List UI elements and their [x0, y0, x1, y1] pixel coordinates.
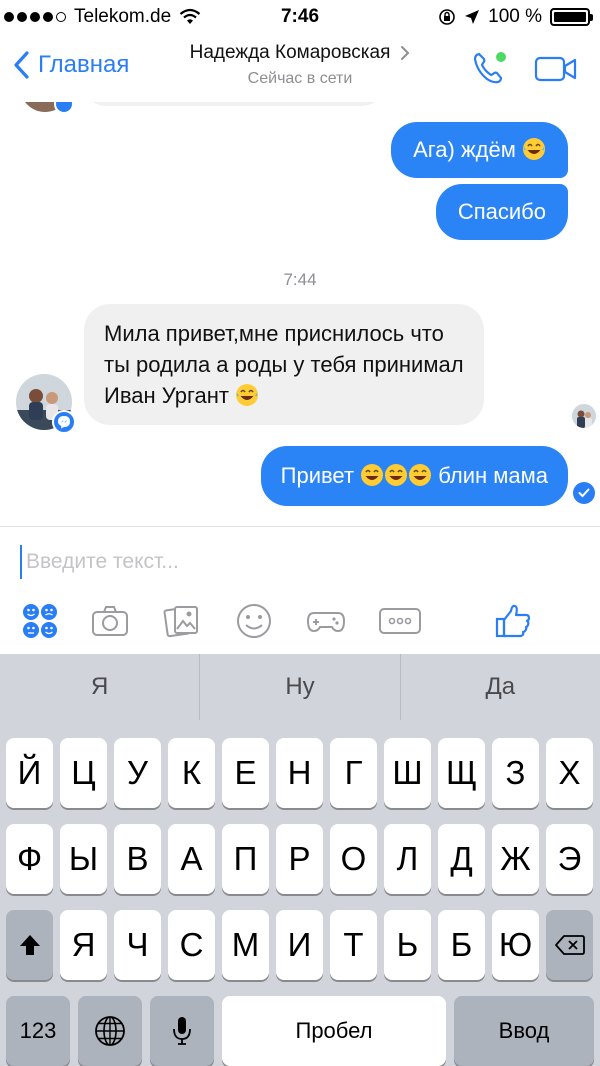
- key[interactable]: В: [114, 824, 161, 894]
- space-key[interactable]: Пробел: [222, 996, 446, 1066]
- presence-status: Сейчас в сети: [247, 70, 353, 87]
- orientation-lock-icon: [439, 9, 455, 25]
- numbers-key[interactable]: 123: [6, 996, 70, 1066]
- key[interactable]: Ш: [384, 738, 431, 808]
- key[interactable]: У: [114, 738, 161, 808]
- message-text: Привет: [280, 463, 355, 488]
- chevron-right-icon: [401, 46, 410, 60]
- key[interactable]: Щ: [438, 738, 485, 808]
- key[interactable]: Я: [60, 910, 107, 980]
- key[interactable]: Л: [384, 824, 431, 894]
- message-bubble-outgoing[interactable]: Спасибо: [435, 184, 568, 240]
- battery-percent: 100 %: [488, 6, 542, 27]
- key[interactable]: Х: [546, 738, 593, 808]
- message-text: Мила привет,мне приснилось что ты родила…: [104, 321, 464, 408]
- message-text: блин мама: [438, 463, 548, 488]
- message-input[interactable]: [20, 545, 580, 579]
- key[interactable]: Ы: [60, 824, 107, 894]
- key[interactable]: Н: [276, 738, 323, 808]
- more-options-icon[interactable]: [378, 601, 422, 641]
- suggestion-item[interactable]: Я: [0, 654, 201, 720]
- message-bubble-outgoing[interactable]: Ага) ждём: [391, 122, 568, 178]
- message-text: Ага) ждём: [413, 137, 516, 162]
- message-bubble-incoming[interactable]: Мила привет,мне приснилось что ты родила…: [84, 304, 484, 425]
- photo-gallery-icon[interactable]: [162, 601, 202, 641]
- carrier-name: Telekom.de: [74, 6, 172, 27]
- nav-bar: Главная Надежда Комаровская Сейчас в сет…: [0, 34, 600, 102]
- laughing-emoji-icon: [409, 464, 432, 486]
- back-label: Главная: [38, 51, 130, 78]
- status-right: 100 %: [438, 6, 593, 28]
- globe-icon: [95, 1016, 125, 1046]
- key[interactable]: Й: [6, 738, 53, 808]
- composer: [0, 526, 600, 654]
- delivered-check-icon: [573, 482, 595, 504]
- key[interactable]: И: [276, 910, 323, 980]
- signal-strength-icon: [4, 12, 66, 22]
- return-key[interactable]: Ввод: [454, 996, 594, 1066]
- suggestion-item[interactable]: Ну: [200, 654, 401, 720]
- seen-avatar: [572, 404, 596, 428]
- message-timestamp: 7:44: [283, 270, 317, 289]
- emoji-faces-icon[interactable]: [20, 601, 60, 641]
- key[interactable]: Г: [330, 738, 377, 808]
- key[interactable]: М: [222, 910, 269, 980]
- location-arrow-icon: [465, 10, 480, 24]
- wifi-icon: [179, 8, 201, 24]
- message-bubble-partial: [84, 102, 384, 106]
- backspace-key[interactable]: [546, 910, 593, 980]
- back-button[interactable]: Главная: [12, 50, 129, 80]
- key[interactable]: Ь: [384, 910, 431, 980]
- microphone-icon: [173, 1017, 191, 1045]
- laughing-emoji-icon: [385, 464, 408, 486]
- message-text: Спасибо: [457, 199, 546, 224]
- battery-icon: [550, 8, 593, 26]
- key[interactable]: К: [168, 738, 215, 808]
- video-call-icon[interactable]: [534, 52, 578, 86]
- contact-name: Надежда Комаровская: [189, 42, 391, 63]
- games-controller-icon[interactable]: [306, 601, 346, 641]
- key[interactable]: Ч: [114, 910, 161, 980]
- key[interactable]: З: [492, 738, 539, 808]
- key[interactable]: П: [222, 824, 269, 894]
- key[interactable]: С: [168, 910, 215, 980]
- key[interactable]: Ю: [492, 910, 539, 980]
- key[interactable]: Д: [438, 824, 485, 894]
- phone-call-icon[interactable]: [470, 48, 510, 88]
- messenger-badge-icon: [52, 410, 76, 434]
- messenger-badge-icon: [54, 102, 74, 114]
- conversation-header[interactable]: Надежда Комаровская Сейчас в сети: [140, 42, 460, 88]
- shift-key[interactable]: [6, 910, 53, 980]
- status-left: Telekom.de: [4, 6, 201, 28]
- key[interactable]: Б: [438, 910, 485, 980]
- key[interactable]: Э: [546, 824, 593, 894]
- laughing-emoji-icon: [361, 464, 384, 486]
- laughing-emoji-icon: [236, 384, 259, 406]
- keyboard: Я Ну Да Й Ц У К Е Н Г Ш Щ З Х Ф Ы В А П …: [0, 654, 600, 1066]
- key[interactable]: Ф: [6, 824, 53, 894]
- backspace-icon: [554, 935, 585, 955]
- suggestion-bar: Я Ну Да: [0, 654, 600, 720]
- key[interactable]: А: [168, 824, 215, 894]
- composer-toolbar: [0, 593, 600, 649]
- message-list[interactable]: Ага) ждём Спасибо 7:44 Мила привет,мне п…: [0, 102, 600, 526]
- key[interactable]: Е: [222, 738, 269, 808]
- shift-arrow-icon: [19, 935, 40, 955]
- key[interactable]: Ж: [492, 824, 539, 894]
- dictation-key[interactable]: [150, 996, 214, 1066]
- status-bar: Telekom.de 7:46 100 %: [0, 0, 600, 34]
- key[interactable]: Р: [276, 824, 323, 894]
- laughing-emoji-icon: [523, 138, 545, 160]
- message-bubble-outgoing[interactable]: Привет блин мама: [260, 446, 568, 506]
- suggestion-item[interactable]: Да: [401, 654, 600, 720]
- globe-key[interactable]: [78, 996, 142, 1066]
- camera-icon[interactable]: [90, 601, 130, 641]
- chevron-left-icon: [14, 51, 29, 79]
- key[interactable]: О: [330, 824, 377, 894]
- key[interactable]: Ц: [60, 738, 107, 808]
- thumbs-up-icon[interactable]: [494, 601, 534, 641]
- sticker-smiley-icon[interactable]: [234, 601, 274, 641]
- key[interactable]: Т: [330, 910, 377, 980]
